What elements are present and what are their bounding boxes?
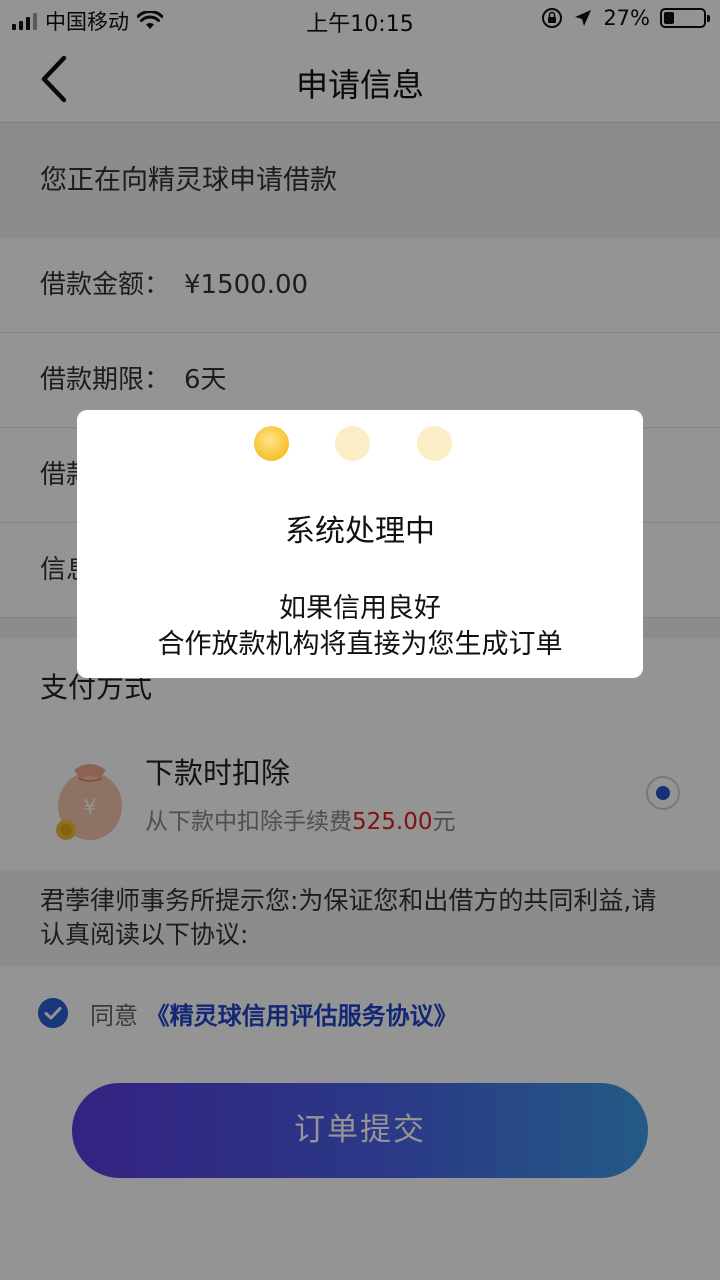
loading-dot-icon bbox=[417, 426, 452, 461]
loading-dot-icon bbox=[254, 426, 289, 461]
loading-dot-icon bbox=[335, 426, 370, 461]
dialog-message-line1: 如果信用良好 bbox=[279, 593, 441, 624]
dialog-title: 系统处理中 bbox=[285, 514, 435, 549]
loading-indicator bbox=[77, 426, 643, 466]
processing-dialog: 系统处理中 如果信用良好 合作放款机构将直接为您生成订单 bbox=[77, 410, 643, 678]
modal-overlay: 系统处理中 如果信用良好 合作放款机构将直接为您生成订单 bbox=[0, 0, 720, 1280]
dialog-message-line2: 合作放款机构将直接为您生成订单 bbox=[157, 629, 563, 660]
